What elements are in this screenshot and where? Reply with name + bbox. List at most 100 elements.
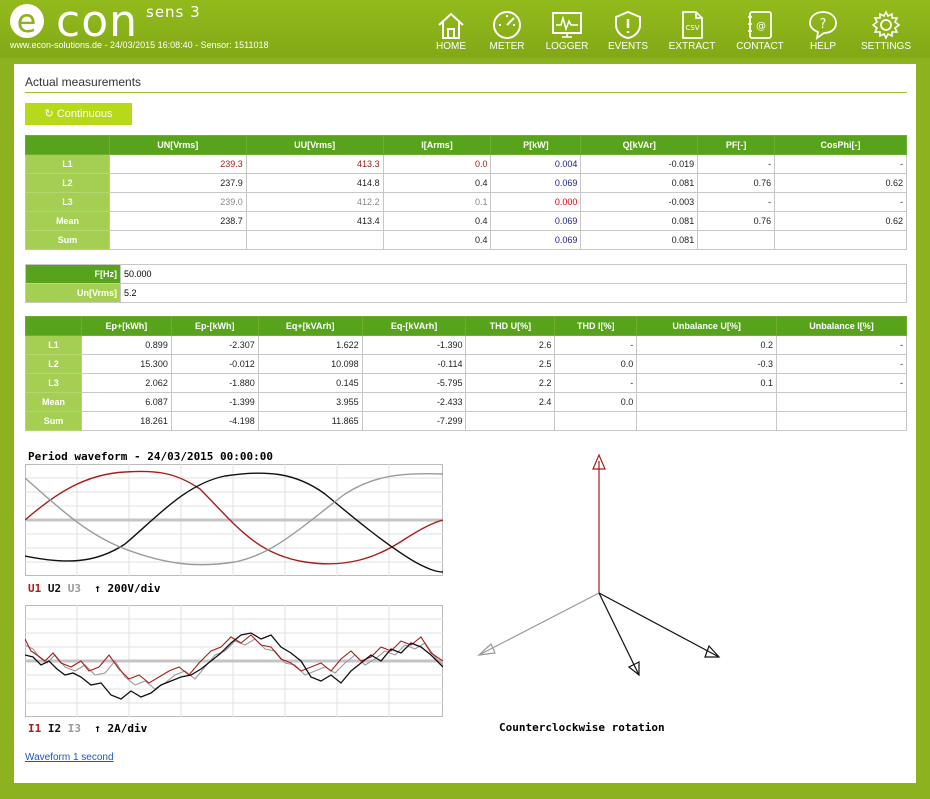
phasor-diagram — [477, 453, 721, 677]
table-cell: 0.000 — [490, 192, 582, 212]
table-cell — [465, 411, 556, 431]
svg-text:@: @ — [756, 21, 766, 32]
main-panel: Actual measurements ↻ Continuous UN[Vrms… — [14, 64, 916, 783]
table-cell: -1.390 — [361, 335, 467, 355]
table-cell: - — [776, 354, 907, 374]
table-row: Sum 0.4 0.069 0.081 — [25, 230, 907, 250]
table-header: Unbalance U[%] — [636, 316, 778, 336]
table-cell: 413.4 — [245, 211, 384, 231]
phasor-i1 — [477, 592, 600, 656]
extract-icon: CSV — [682, 11, 703, 39]
up-arrow-icon: ↑ — [94, 582, 101, 595]
table-header: Unbalance I[%] — [776, 316, 907, 336]
row-label: L1 — [25, 154, 110, 174]
info-line: www.econ-solutions.de - 24/03/2015 16:08… — [10, 40, 269, 50]
table-cell: 0.1 — [636, 373, 778, 393]
table-cell: 239.3 — [108, 154, 247, 174]
table-header: UN[Vrms] — [108, 135, 247, 155]
legend-i3: I3 — [67, 722, 81, 735]
table-cell: - — [776, 373, 907, 393]
table-header: I[Arms] — [382, 135, 492, 155]
table-cell: 3.955 — [257, 392, 363, 412]
home-icon — [438, 12, 464, 39]
help-icon: ? — [809, 11, 837, 40]
table-cell — [108, 230, 247, 250]
table-cell: 18.261 — [80, 411, 172, 431]
table-header: Eq-[kVArh] — [361, 316, 467, 336]
continuous-button[interactable]: ↻ Continuous — [25, 103, 132, 125]
waveform-1-second-link[interactable]: Waveform 1 second — [25, 752, 114, 763]
table-cell: -0.012 — [170, 354, 259, 374]
row-label: Sum — [25, 411, 82, 431]
table-row: L1 0.899 -2.307 1.622 -1.390 2.6 - 0.2 - — [25, 335, 907, 355]
table-cell: 0.081 — [580, 230, 699, 250]
table-cell: 2.2 — [465, 373, 556, 393]
table-cell — [636, 411, 778, 431]
table-cell: 0.069 — [490, 173, 582, 193]
row-label: L1 — [25, 335, 82, 355]
nav-label: LOGGER — [545, 41, 589, 52]
table-cell — [554, 411, 638, 431]
table-cell: - — [697, 154, 776, 174]
measurement-table: UN[Vrms] UU[Vrms] I[Arms] P[kW] Q[kVAr] … — [25, 135, 907, 250]
nav-events[interactable]: EVENTS — [606, 10, 650, 54]
nav-meter[interactable]: METER — [487, 10, 527, 54]
row-label: L3 — [25, 192, 110, 212]
meter-icon — [493, 11, 521, 39]
table-cell: 10.098 — [257, 354, 363, 374]
nav-settings[interactable]: SETTINGS — [858, 10, 914, 54]
contact-icon: @ — [748, 11, 772, 39]
table-row: L3 239.0 412.2 0.1 0.000 -0.003 - - — [25, 192, 907, 212]
table-cell: 0.4 — [382, 211, 492, 231]
events-icon — [615, 10, 641, 40]
nav-extract[interactable]: CSV EXTRACT — [667, 10, 717, 54]
table-cell: 2.062 — [80, 373, 172, 393]
up-arrow-icon: ↑ — [94, 722, 101, 735]
table-header: UU[Vrms] — [245, 135, 384, 155]
row-label: L2 — [25, 354, 82, 374]
nav-home[interactable]: HOME — [432, 10, 470, 54]
table-header: CosPhi[-] — [774, 135, 907, 155]
row-label: L2 — [25, 173, 110, 193]
table-row: L2 237.9 414.8 0.4 0.069 0.081 0.76 0.62 — [25, 173, 907, 193]
nav-contact[interactable]: @ CONTACT — [734, 10, 786, 54]
csv-icon-text: CSV — [685, 24, 699, 32]
table-header: Ep-[kWh] — [170, 316, 259, 336]
table-header: THD I[%] — [554, 316, 638, 336]
table-cell: -1.399 — [170, 392, 259, 412]
table-row: Sum 18.261 -4.198 11.865 -7.299 — [25, 411, 907, 431]
current-scale: 2A/div — [107, 722, 148, 735]
nav-label: HELP — [809, 41, 837, 52]
table-row: Un[Vrms] 5.2 — [25, 283, 907, 303]
table-cell: 0.4 — [382, 230, 492, 250]
table-cell: 0.069 — [490, 230, 582, 250]
table-cell: 412.2 — [245, 192, 384, 212]
phasor-i2 — [598, 592, 640, 677]
frequency-label: F[Hz] — [25, 264, 121, 284]
table-cell: 0.4 — [382, 173, 492, 193]
page-title: Actual measurements — [25, 75, 142, 89]
nav-help[interactable]: ? HELP — [805, 10, 841, 54]
econ-logo: e con — [10, 0, 138, 44]
refresh-icon: ↻ — [44, 108, 54, 120]
nav-logger[interactable]: LOGGER — [544, 10, 590, 54]
logo-subtitle: sens 3 — [146, 3, 201, 21]
nav-label: HOME — [436, 41, 466, 52]
table-cell: 6.087 — [80, 392, 172, 412]
table-header: Eq+[kVArh] — [257, 316, 363, 336]
nav-label: EXTRACT — [668, 41, 716, 52]
settings-icon — [871, 10, 901, 40]
title-divider — [25, 92, 907, 93]
table-cell: -1.880 — [170, 373, 259, 393]
legend-i2: I2 — [47, 722, 62, 735]
table-cell — [697, 230, 776, 250]
table-cell: -5.795 — [361, 373, 467, 393]
table-cell: 0.899 — [80, 335, 172, 355]
table-header: PF[-] — [697, 135, 776, 155]
table-cell: 0.62 — [774, 173, 907, 193]
table-cell: 2.4 — [465, 392, 556, 412]
table-cell: -0.003 — [580, 192, 699, 212]
table-cell: -0.3 — [636, 354, 778, 374]
table-row: L3 2.062 -1.880 0.145 -5.795 2.2 - 0.1 - — [25, 373, 907, 393]
current-legend: I1 I2 I3 ↑ 2A/div — [28, 722, 147, 735]
